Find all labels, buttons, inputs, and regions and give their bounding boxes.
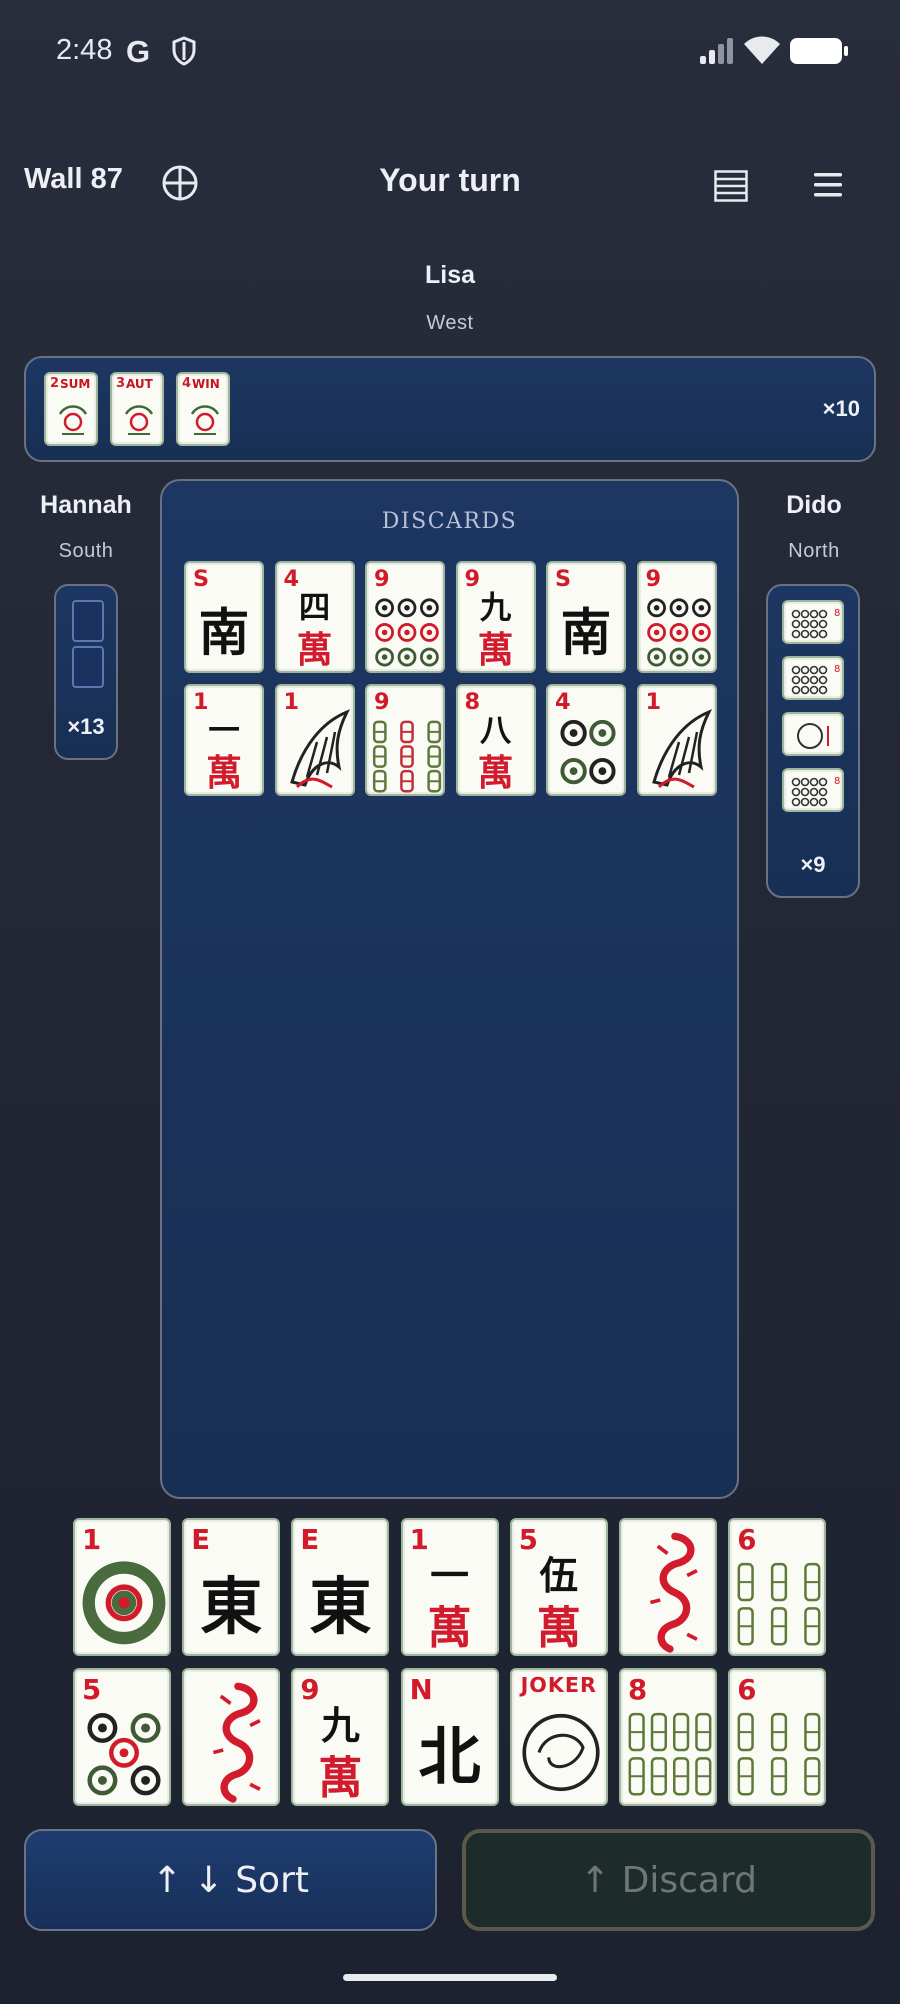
exposed-tile [782, 712, 844, 756]
exposed-tile: 8 [782, 656, 844, 700]
hand-tile[interactable]: N北 [400, 1668, 499, 1806]
player-top-panel: 2 SUM 3 AUT 4 WIN ×10 [24, 356, 876, 462]
discard-tile: 8八萬 [455, 684, 536, 796]
hand-tile[interactable]: JOKER [509, 1668, 608, 1806]
discard-button[interactable]: ↑ Discard [462, 1829, 875, 1931]
player-right-name: Dido [786, 491, 842, 519]
discard-tile: 1一萬 [184, 684, 264, 796]
menu-icon[interactable] [814, 172, 842, 198]
player-right-count: ×9 [800, 852, 826, 877]
hand-tile[interactable] [619, 1518, 717, 1656]
hand-tile[interactable]: 5伍萬 [509, 1518, 608, 1656]
discard-tile: 4 [546, 684, 626, 796]
discard-area: DISCARDS S南4四萬99九萬S南91一萬 198八萬4 1 [160, 479, 739, 1499]
hand-tile[interactable]: 1一萬 [400, 1518, 499, 1656]
google-icon: G [126, 34, 151, 69]
player-right-wind: North [788, 540, 840, 562]
exposed-tile: 8 [782, 768, 844, 812]
player-left-name: Hannah [40, 491, 132, 519]
player-right-panel: 8 8 8 ×9 [766, 584, 860, 898]
hand-tile[interactable]: 8 [619, 1668, 717, 1806]
sort-button[interactable]: ↑ ↓ Sort [24, 1829, 437, 1931]
discards-title: DISCARDS [381, 509, 518, 534]
discard-tile: 9 [365, 684, 445, 796]
svg-text:8: 8 [834, 608, 840, 619]
battery-icon [790, 38, 848, 64]
hand-tile[interactable]: 9九萬 [291, 1668, 390, 1806]
hand-tile[interactable]: E東 [291, 1518, 390, 1656]
player-left-count: ×13 [67, 714, 105, 739]
discard-tile: 9九萬 [455, 561, 536, 673]
player-top-count: ×10 [822, 396, 860, 421]
player-top-wind: West [426, 312, 474, 334]
exposed-flower-tile: 2 SUM [44, 372, 98, 446]
discard-tile: 1 [274, 684, 355, 796]
wifi-icon [744, 36, 780, 64]
tile-back [72, 646, 104, 688]
exposed-flower-tile: 3 AUT [110, 372, 164, 446]
player-top-name: Lisa [424, 261, 476, 289]
scoresheet-icon[interactable] [714, 170, 748, 202]
svg-text:8: 8 [834, 776, 840, 787]
player-left-wind: South [58, 540, 114, 562]
hand-tile[interactable]: 6 [728, 1518, 827, 1656]
discard-tile: 1 [636, 684, 717, 796]
home-indicator[interactable] [343, 1974, 557, 1981]
hand-tile[interactable] [182, 1668, 281, 1806]
hand-tile[interactable]: E東 [182, 1518, 281, 1656]
discard-tile: S南 [184, 561, 264, 673]
svg-text:8: 8 [834, 664, 840, 675]
exposed-tile: 8 [782, 600, 844, 644]
status-time: 2:48 [56, 34, 113, 66]
discard-tile: 9 [365, 561, 445, 673]
discard-tile: S南 [546, 561, 626, 673]
player-left-panel: ×13 [54, 584, 118, 760]
shield-icon [172, 36, 196, 66]
exposed-flower-tile: 4 WIN [176, 372, 230, 446]
discard-tile: 4四萬 [274, 561, 355, 673]
discard-tile: 9 [636, 561, 717, 673]
hand-tile[interactable]: 6 [728, 1668, 827, 1806]
hand-tile[interactable]: 5 [73, 1668, 171, 1806]
hand-tile[interactable]: 1 [73, 1518, 171, 1656]
signal-icon [700, 38, 733, 64]
tile-back [72, 600, 104, 642]
turn-indicator: Your turn [379, 162, 521, 198]
